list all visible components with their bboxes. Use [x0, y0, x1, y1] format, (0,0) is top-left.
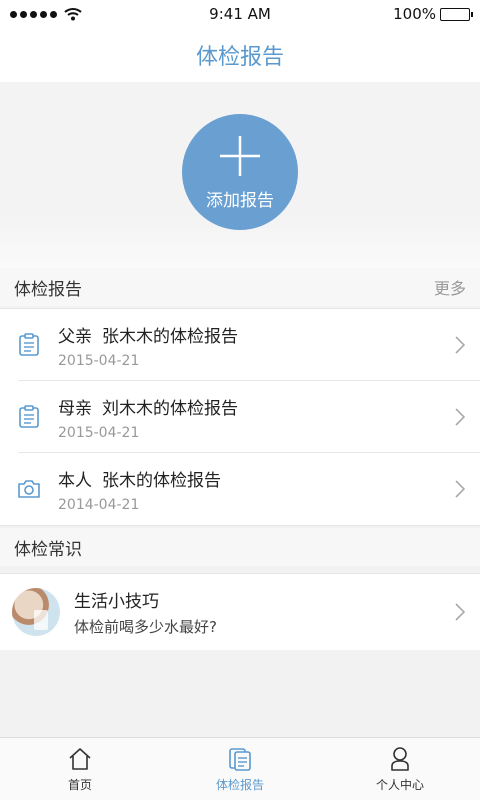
report-name: 张木木的体检报告	[102, 326, 238, 347]
home-icon	[69, 748, 91, 770]
report-list: 父亲 张木木的体检报告 2015-04-21 母亲 刘木木的体检报告 2015-04…	[0, 308, 480, 526]
article-subtitle: 体检前喝多少水最好?	[74, 618, 217, 636]
signal-dot	[30, 10, 37, 18]
battery-percent: 100%	[393, 5, 436, 23]
chevron-right-icon	[455, 603, 465, 621]
signal-dot	[10, 10, 17, 18]
signal-strength	[10, 7, 120, 21]
chevron-right-icon	[455, 408, 465, 426]
page-title: 体检报告	[195, 45, 284, 70]
status-time: 9:41 AM	[209, 5, 271, 23]
signal-dot	[50, 10, 57, 18]
tab-profile-label: 个人中心	[375, 778, 424, 792]
report-relation: 父亲	[58, 326, 92, 347]
hero-area: 添加报告	[0, 82, 480, 270]
article-thumbnail	[12, 588, 60, 636]
plus-icon	[220, 135, 260, 176]
tab-home-label: 首页	[67, 778, 92, 792]
report-date: 2014-04-21	[58, 496, 140, 513]
chevron-right-icon	[455, 336, 465, 354]
nav-bar: 体检报告	[0, 28, 480, 82]
report-date: 2015-04-21	[58, 352, 140, 369]
more-link[interactable]: 更多	[434, 275, 466, 299]
document-icon	[229, 748, 251, 771]
add-report-button[interactable]: 添加报告	[182, 114, 298, 230]
report-item-self[interactable]: 本人 张木的体检报告 2014-04-21	[0, 453, 480, 525]
battery-icon	[440, 7, 473, 21]
knowledge-section-header: 体检常识	[0, 528, 480, 566]
clipboard-icon	[19, 333, 39, 356]
article-title: 生活小技巧	[74, 592, 159, 612]
report-date: 2015-04-21	[58, 424, 140, 441]
status-bar: 9:41 AM 100%	[0, 0, 480, 28]
chevron-right-icon	[455, 480, 465, 498]
knowledge-list: 生活小技巧 体检前喝多少水最好?	[0, 573, 480, 650]
tab-home[interactable]: 首页	[0, 738, 160, 800]
add-report-label: 添加报告	[206, 190, 274, 211]
signal-dot	[20, 10, 27, 18]
camera-icon	[18, 480, 40, 498]
signal-dot	[40, 10, 47, 18]
report-item-mother[interactable]: 母亲 刘木木的体检报告 2015-04-21	[0, 381, 480, 453]
tab-reports-label: 体检报告	[215, 778, 264, 792]
tab-bar: 首页 体检报告 个人中心	[0, 737, 480, 800]
report-item-father[interactable]: 父亲 张木木的体检报告 2015-04-21	[0, 309, 480, 381]
report-name: 张木的体检报告	[102, 470, 221, 491]
clipboard-icon	[19, 405, 39, 428]
knowledge-item[interactable]: 生活小技巧 体检前喝多少水最好?	[0, 574, 480, 650]
report-relation: 母亲	[58, 398, 92, 419]
report-relation: 本人	[58, 470, 92, 491]
tab-reports[interactable]: 体检报告	[160, 738, 320, 800]
knowledge-section-title: 体检常识	[14, 539, 82, 560]
reports-section-header: 体检报告 更多	[0, 268, 480, 306]
tab-profile[interactable]: 个人中心	[320, 738, 480, 800]
wifi-icon	[64, 8, 82, 21]
user-icon	[391, 747, 409, 771]
reports-section-title: 体检报告	[14, 279, 82, 300]
report-name: 刘木木的体检报告	[102, 398, 238, 419]
